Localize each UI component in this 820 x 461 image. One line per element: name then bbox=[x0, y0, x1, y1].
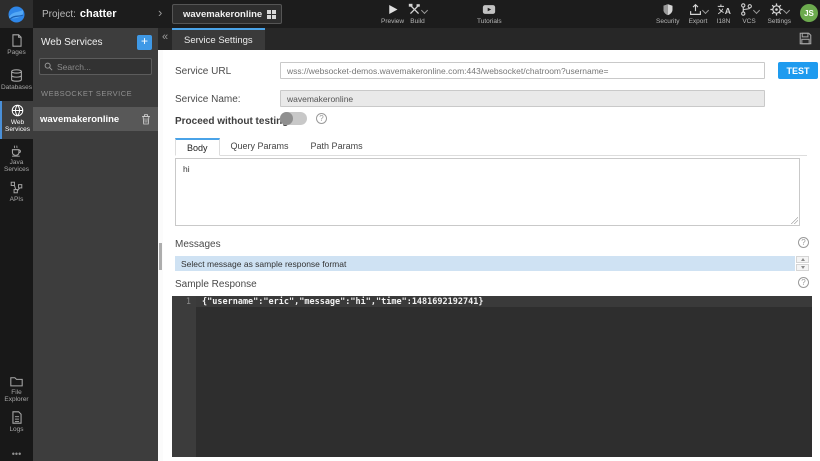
tutorials-video-icon bbox=[483, 5, 496, 14]
test-button[interactable]: TEST bbox=[778, 62, 818, 79]
service-tab[interactable]: wavemakeronline bbox=[172, 4, 282, 24]
preview-button[interactable]: Preview bbox=[381, 3, 404, 25]
dashboard-grid-icon[interactable] bbox=[267, 9, 277, 19]
sidebar-item-web-services[interactable]: Web Services bbox=[0, 101, 33, 139]
tutorials-button[interactable]: Tutorials bbox=[477, 3, 502, 25]
wavemaker-logo-icon bbox=[8, 6, 25, 22]
messages-help-icon[interactable]: ? bbox=[798, 237, 809, 248]
tab-path-params[interactable]: Path Params bbox=[300, 137, 374, 155]
apis-icon bbox=[10, 181, 23, 194]
editor-tab-bar: « Service Settings bbox=[158, 28, 820, 50]
play-icon bbox=[388, 5, 398, 14]
editor-gutter bbox=[172, 296, 196, 457]
settings-button[interactable]: Settings bbox=[768, 3, 791, 25]
more-options-button[interactable]: ••• bbox=[0, 446, 33, 459]
service-url-input[interactable] bbox=[280, 62, 765, 79]
logs-icon bbox=[11, 411, 22, 424]
build-caret-icon bbox=[420, 6, 429, 15]
collapse-panel-button[interactable]: « bbox=[162, 31, 168, 43]
export-button[interactable]: Export bbox=[689, 3, 709, 25]
security-button[interactable]: Security bbox=[656, 3, 680, 25]
tab-query-params[interactable]: Query Params bbox=[220, 137, 300, 155]
sidebar-item-java-services[interactable]: Java Services bbox=[0, 141, 33, 174]
service-name-input bbox=[280, 90, 765, 107]
request-tabs: Body Query Params Path Params bbox=[175, 138, 807, 156]
sample-response-editor[interactable]: 1 {"username":"eric","message":"hi","tim… bbox=[172, 296, 812, 457]
vcs-button[interactable]: VCS bbox=[740, 3, 760, 25]
line-number: 1 bbox=[185, 297, 191, 307]
message-item-text: Select message as sample response format bbox=[181, 258, 347, 269]
project-breadcrumb: Project: chatter bbox=[42, 0, 117, 28]
proceed-without-testing-label: Proceed without testing bbox=[175, 116, 289, 127]
message-list-selected-item[interactable]: Select message as sample response format bbox=[175, 256, 795, 271]
content-scrollbar[interactable] bbox=[158, 50, 163, 461]
body-textarea-wrap: hi bbox=[175, 158, 800, 226]
export-caret-icon bbox=[701, 6, 709, 15]
search-icon bbox=[44, 62, 53, 71]
scrollbar-thumb[interactable] bbox=[159, 243, 162, 270]
sidebar-item-apis[interactable]: APIs bbox=[0, 178, 33, 203]
more-dots-icon: ••• bbox=[11, 449, 22, 459]
security-shield-icon bbox=[663, 4, 673, 16]
service-url-label: Service URL bbox=[175, 66, 232, 77]
i18n-button[interactable]: A I18N bbox=[717, 3, 731, 25]
web-services-globe-icon bbox=[11, 104, 24, 117]
proceed-toggle[interactable] bbox=[280, 112, 307, 125]
messages-label: Messages bbox=[175, 239, 221, 250]
proceed-help-icon[interactable]: ? bbox=[316, 113, 327, 124]
build-tools-icon bbox=[408, 3, 420, 15]
topbar-right-actions: Security Export A I18N VCS Settings JS bbox=[656, 3, 818, 25]
vcs-branch-icon bbox=[740, 3, 752, 16]
message-list-scrollbar bbox=[796, 256, 809, 271]
service-name-label: Service Name: bbox=[175, 94, 241, 105]
project-label: Project: bbox=[42, 8, 76, 20]
pages-icon bbox=[11, 34, 22, 47]
vcs-caret-icon bbox=[752, 6, 760, 15]
service-settings-content: Service URL TEST Service Name: Proceed w… bbox=[158, 50, 820, 461]
sample-response-code[interactable]: {"username":"eric","message":"hi","time"… bbox=[202, 297, 483, 307]
web-services-panel: Web Services + WEBSOCKET SERVICE wavemak… bbox=[33, 28, 158, 461]
sample-response-label: Sample Response bbox=[175, 279, 257, 290]
svg-text:A: A bbox=[724, 6, 730, 16]
sidebar-item-file-explorer[interactable]: File Explorer bbox=[0, 372, 33, 404]
resize-handle[interactable] bbox=[791, 217, 798, 224]
panel-header: Web Services + bbox=[33, 28, 158, 56]
build-button[interactable]: Build bbox=[408, 3, 429, 25]
body-textarea[interactable]: hi bbox=[176, 159, 799, 225]
sample-response-help-icon[interactable]: ? bbox=[798, 277, 809, 288]
tab-body[interactable]: Body bbox=[175, 138, 220, 156]
scroll-up-button[interactable] bbox=[796, 256, 809, 263]
toggle-knob bbox=[280, 112, 293, 125]
sidebar-item-databases[interactable]: Databases bbox=[0, 66, 33, 91]
settings-gear-icon bbox=[770, 3, 783, 16]
export-icon bbox=[689, 3, 701, 15]
service-search-box[interactable] bbox=[39, 58, 152, 75]
sidebar-item-logs[interactable]: Logs bbox=[0, 408, 33, 433]
wavemaker-logo[interactable] bbox=[0, 0, 33, 28]
breadcrumb-chevron: › bbox=[158, 5, 163, 20]
search-input[interactable] bbox=[57, 61, 147, 72]
i18n-translate-icon: A bbox=[717, 4, 730, 16]
service-list-item[interactable]: wavemakeronline bbox=[33, 107, 158, 131]
scroll-down-button[interactable] bbox=[796, 264, 809, 271]
add-service-button[interactable]: + bbox=[137, 35, 152, 50]
top-bar: Project: chatter › wavemakeronline Previ… bbox=[0, 0, 820, 28]
databases-icon bbox=[11, 69, 22, 82]
delete-trash-icon[interactable] bbox=[141, 113, 151, 125]
file-explorer-folder-icon bbox=[10, 377, 23, 387]
tab-service-settings[interactable]: Service Settings bbox=[172, 28, 265, 50]
websocket-service-section-title: WEBSOCKET SERVICE bbox=[41, 89, 133, 98]
left-nav-rail: Pages Databases Web Services Java Servic… bbox=[0, 28, 33, 461]
sidebar-item-pages[interactable]: Pages bbox=[0, 31, 33, 56]
save-icon[interactable] bbox=[799, 32, 812, 45]
panel-title: Web Services bbox=[41, 37, 103, 48]
user-avatar[interactable]: JS bbox=[800, 4, 818, 22]
project-name[interactable]: chatter bbox=[80, 8, 117, 20]
java-services-coffee-icon bbox=[11, 145, 21, 157]
service-tab-label: wavemakeronline bbox=[183, 8, 263, 20]
settings-caret-icon bbox=[782, 6, 790, 15]
service-item-label: wavemakeronline bbox=[40, 113, 120, 125]
wavemaker-studio: Project: chatter › wavemakeronline Previ… bbox=[0, 0, 820, 461]
